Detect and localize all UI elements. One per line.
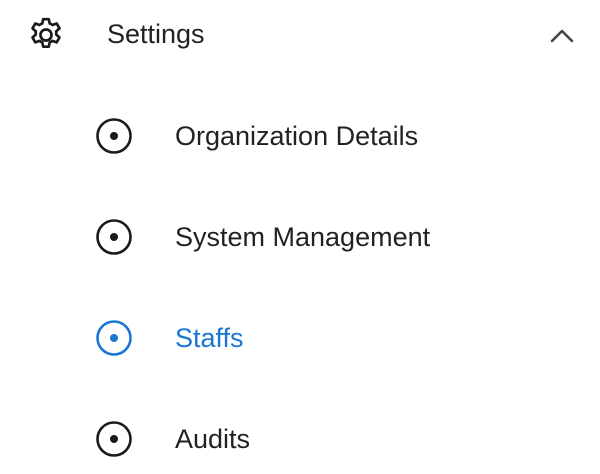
menu-item-label: Staffs [175, 323, 244, 353]
radio-dot-icon [96, 219, 132, 255]
menu-item-audits[interactable]: Audits [0, 404, 600, 474]
radio-dot-icon [96, 320, 132, 356]
settings-section-header[interactable]: Settings [0, 0, 600, 70]
radio-dot-icon [96, 118, 132, 154]
menu-item-organization-details[interactable]: Organization Details [0, 101, 600, 171]
chevron-up-icon[interactable] [546, 22, 578, 48]
menu-item-staffs[interactable]: Staffs [0, 303, 600, 373]
menu-item-label: Organization Details [175, 121, 419, 151]
settings-section-label: Settings [107, 19, 205, 49]
menu-item-label: Audits [175, 424, 251, 454]
menu-item-system-management[interactable]: System Management [0, 202, 600, 272]
gear-icon [31, 17, 61, 49]
radio-dot-icon [96, 421, 132, 457]
menu-item-label: System Management [175, 222, 431, 252]
settings-menu: Settings Organization Details System Man… [0, 0, 600, 472]
